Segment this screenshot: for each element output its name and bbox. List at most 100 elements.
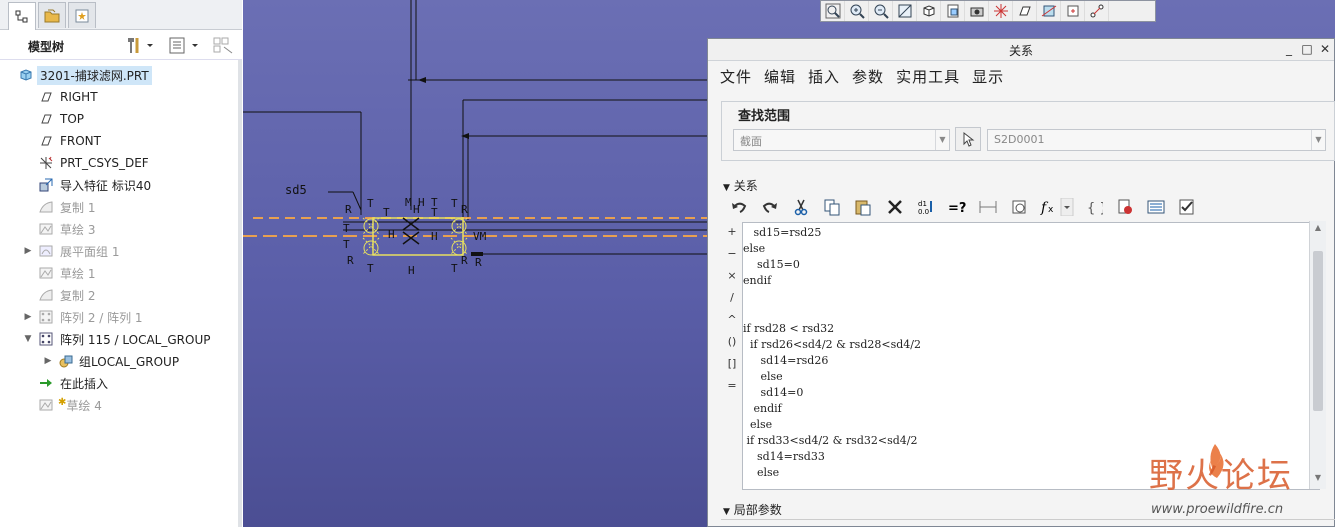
measure-icon xyxy=(979,201,997,213)
menu-utilities[interactable]: 实用工具 xyxy=(896,66,960,87)
tree-scrollbar[interactable] xyxy=(238,60,242,527)
menu-edit[interactable]: 编辑 xyxy=(764,66,796,87)
menu-display[interactable]: 显示 xyxy=(972,66,1004,87)
settings-button[interactable] xyxy=(125,35,155,55)
sketch-icon xyxy=(38,265,54,281)
tree-filter-button[interactable] xyxy=(212,35,236,55)
chevron-down-icon: ▼ xyxy=(935,130,949,150)
local-params-header[interactable]: ▼ 局部参数 xyxy=(723,501,782,518)
tree-item-insert-here[interactable]: 在此插入 xyxy=(0,372,238,394)
op-equals-button[interactable]: = xyxy=(722,379,742,401)
svg-text:0.0: 0.0 xyxy=(918,208,929,216)
saved-views-button[interactable] xyxy=(941,1,965,21)
tree-item-sketch-3[interactable]: 草绘 3 xyxy=(0,218,238,240)
tree-item-pattern-2[interactable]: ▶ 阵列 2 / 阵列 1 xyxy=(0,306,238,328)
verify-button[interactable]: =? xyxy=(942,195,973,219)
measure-button[interactable] xyxy=(973,195,1004,219)
constraint-mark: R xyxy=(347,254,354,267)
pattern-icon xyxy=(38,331,54,347)
tree-item-sketch-1[interactable]: 草绘 1 xyxy=(0,262,238,284)
datum-display-button[interactable] xyxy=(989,1,1013,21)
collapse-arrow-icon[interactable]: ▼ xyxy=(23,334,33,344)
tree-item-label: PRT_CSYS_DEF xyxy=(60,156,149,170)
redo-button[interactable] xyxy=(754,195,785,219)
op-parentheses-button[interactable]: () xyxy=(722,335,742,357)
tree-item-label: 复制 1 xyxy=(60,200,96,215)
paste-button[interactable] xyxy=(848,195,879,219)
point-display-button[interactable] xyxy=(1061,1,1085,21)
tab-favorites[interactable] xyxy=(68,2,96,28)
tree-item-front[interactable]: FRONT xyxy=(0,130,238,152)
tree-item-copy-2[interactable]: 复制 2 xyxy=(0,284,238,306)
zoom-out-button[interactable] xyxy=(869,1,893,21)
maximize-button[interactable]: □ xyxy=(1300,42,1314,56)
insert-function-button[interactable]: fx xyxy=(1035,195,1078,219)
csys-display-button[interactable] xyxy=(1085,1,1109,21)
op-brackets-button[interactable]: [] xyxy=(722,357,742,379)
insert-brackets-button[interactable]: { } xyxy=(1078,195,1109,219)
refit-view-button[interactable] xyxy=(893,1,917,21)
tab-folder-browser[interactable] xyxy=(38,2,66,28)
scroll-thumb[interactable] xyxy=(1313,251,1323,411)
view-manager-button[interactable] xyxy=(965,1,989,21)
execute-button[interactable] xyxy=(1172,195,1203,219)
tree-item-part[interactable]: 3201-捕球滤网.PRT xyxy=(0,64,238,86)
op-divide-button[interactable]: / xyxy=(722,291,742,313)
look-in-group: 查找范围 截面 ▼ S2D0001 ▼ xyxy=(721,101,1335,161)
relations-section-header[interactable]: ▼ 关系 xyxy=(723,177,758,194)
minimize-button[interactable]: _ xyxy=(1282,42,1296,56)
evaluate-button[interactable] xyxy=(1004,195,1035,219)
scroll-up-icon[interactable]: ▲ xyxy=(1312,223,1324,235)
units-button[interactable] xyxy=(1109,195,1140,219)
look-in-type-select[interactable]: 截面 ▼ xyxy=(733,129,950,151)
delete-button[interactable] xyxy=(879,195,910,219)
plane-display-button[interactable] xyxy=(1013,1,1037,21)
sort-icon xyxy=(1147,200,1165,214)
verify-icon: =? xyxy=(948,201,966,216)
op-minus-button[interactable]: − xyxy=(722,247,742,269)
show-menu-button[interactable] xyxy=(168,35,202,55)
expand-arrow-icon[interactable]: ▶ xyxy=(43,356,53,366)
folder-icon xyxy=(44,9,60,22)
zoom-in-button[interactable] xyxy=(845,1,869,21)
copy-button[interactable] xyxy=(817,195,848,219)
dimension-label[interactable]: sd5 xyxy=(285,183,307,197)
select-entity-button[interactable] xyxy=(955,127,981,151)
constraint-mark: T xyxy=(367,262,374,275)
tree-item-import-feature[interactable]: 导入特征 标识40 xyxy=(0,174,238,196)
redo-icon xyxy=(762,202,777,213)
display-style-button[interactable] xyxy=(917,1,941,21)
tree-item-sketch-4[interactable]: ✱草绘 4 xyxy=(0,394,238,416)
tree-item-copy-1[interactable]: 复制 1 xyxy=(0,196,238,218)
tree-item-local-group[interactable]: ▶ 组LOCAL_GROUP xyxy=(0,350,238,372)
menu-file[interactable]: 文件 xyxy=(720,66,752,87)
relation-line: if rsd33<sd4/2 & rsd32<sd4/2 xyxy=(743,434,918,447)
tree-item-pattern-115[interactable]: ▼ 阵列 115 / LOCAL_GROUP xyxy=(0,328,238,350)
relation-line: sd14=rsd26 xyxy=(743,354,829,367)
constraint-mark: R xyxy=(461,203,468,216)
toggle-values-icon: d10.0 xyxy=(918,200,932,216)
tree-item-top[interactable]: TOP xyxy=(0,108,238,130)
tab-model-tree[interactable] xyxy=(8,2,36,30)
expand-arrow-icon[interactable]: ▶ xyxy=(23,312,33,322)
tree-item-csys[interactable]: PRT_CSYS_DEF xyxy=(0,152,238,174)
model-tree-title: 模型树 xyxy=(28,40,65,54)
toggle-values-button[interactable]: d1 0.0 xyxy=(910,195,941,219)
tree-item-right[interactable]: RIGHT xyxy=(0,86,238,108)
op-multiply-button[interactable]: × xyxy=(722,269,742,291)
tree-item-flatten-quilt[interactable]: ▶ 展平面组 1 xyxy=(0,240,238,262)
import-feature-icon xyxy=(38,177,54,193)
menu-parameters[interactable]: 参数 xyxy=(852,66,884,87)
cut-button[interactable] xyxy=(785,195,816,219)
expand-arrow-icon[interactable]: ▶ xyxy=(23,246,33,256)
close-button[interactable]: ✕ xyxy=(1318,42,1332,56)
look-in-name-select[interactable]: S2D0001 ▼ xyxy=(987,129,1326,151)
op-plus-button[interactable]: + xyxy=(722,225,742,247)
relation-line: else xyxy=(743,418,773,431)
undo-button[interactable] xyxy=(723,195,754,219)
menu-insert[interactable]: 插入 xyxy=(808,66,840,87)
sort-button[interactable] xyxy=(1141,195,1172,219)
op-power-button[interactable]: ^ xyxy=(722,313,742,335)
axis-display-button[interactable] xyxy=(1037,1,1061,21)
zoom-fit-button[interactable] xyxy=(821,1,845,21)
